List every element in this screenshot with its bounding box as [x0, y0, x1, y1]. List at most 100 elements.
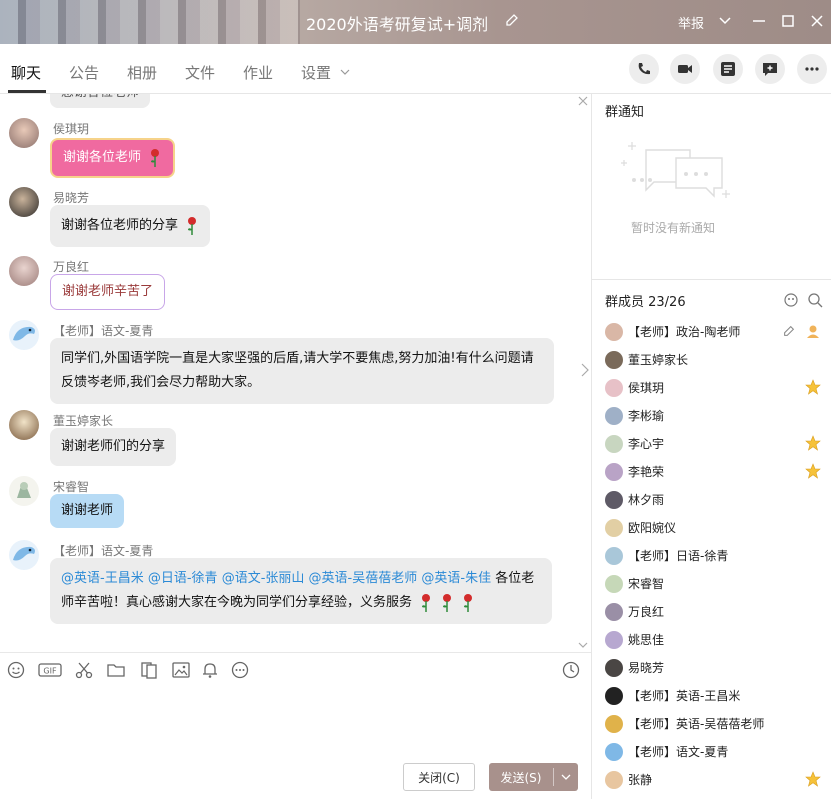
member-avatar[interactable] [605, 435, 623, 453]
member-avatar[interactable] [605, 379, 623, 397]
member-row[interactable]: 李心宇 [592, 430, 831, 458]
member-avatar[interactable] [605, 659, 623, 677]
bell-icon[interactable] [200, 660, 220, 680]
sender-name[interactable]: 侯琪玥 [53, 120, 89, 137]
member-avatar[interactable] [605, 463, 623, 481]
message-input[interactable] [0, 682, 591, 757]
member-avatar[interactable] [605, 351, 623, 369]
collapse-panel-icon[interactable] [580, 362, 590, 378]
history-clock-icon[interactable] [561, 660, 581, 680]
member-avatar[interactable] [605, 407, 623, 425]
member-row[interactable]: 欧阳婉仪 [592, 514, 831, 542]
avatar[interactable] [9, 320, 39, 350]
message-bubble[interactable]: 谢谢老师们的分享 [50, 428, 177, 466]
folder-icon[interactable] [106, 660, 126, 680]
member-manage-icon[interactable] [783, 292, 799, 308]
scroll-down-icon[interactable] [578, 640, 588, 650]
member-avatar[interactable] [605, 687, 623, 705]
add-message-button[interactable] [755, 54, 785, 84]
chevron-down-icon[interactable] [716, 12, 734, 30]
member-row[interactable]: 姚思佳 [592, 626, 831, 654]
mention-link[interactable]: @语文-张丽山 [222, 571, 305, 586]
member-avatar[interactable] [605, 631, 623, 649]
mention-link[interactable]: @英语-吴蓓蓓老师 [309, 571, 418, 586]
document-icon[interactable] [139, 660, 159, 680]
video-call-button[interactable] [670, 54, 700, 84]
gif-icon[interactable]: GIF [38, 660, 62, 680]
member-avatar[interactable] [605, 575, 623, 593]
tab-chat[interactable]: 聊天 [11, 62, 41, 83]
minimize-icon[interactable] [750, 12, 768, 30]
member-row[interactable]: 万良红 [592, 598, 831, 626]
mention-link[interactable]: @日语-徐青 [148, 571, 218, 586]
member-avatar[interactable] [605, 491, 623, 509]
tab-announcements[interactable]: 公告 [69, 62, 99, 83]
message-bubble[interactable]: 同学们,外国语学院一直是大家坚强的后盾,请大学不要焦虑,努力加油!有什么问题请反… [50, 338, 554, 404]
close-button[interactable]: 关闭(C) [403, 763, 475, 791]
sender-name[interactable]: 【老师】语文-夏青 [53, 542, 153, 559]
maximize-icon[interactable] [779, 12, 797, 30]
member-avatar[interactable] [605, 547, 623, 565]
image-icon[interactable] [171, 660, 191, 680]
member-row[interactable]: 【老师】日语-徐青 [592, 542, 831, 570]
member-row[interactable]: 【老师】英语-吴蓓蓓老师 [592, 710, 831, 738]
sender-name[interactable]: 宋睿智 [53, 478, 89, 495]
member-row[interactable]: 林夕雨 [592, 486, 831, 514]
close-icon[interactable] [578, 96, 588, 106]
member-row[interactable]: 李彬瑜 [592, 402, 831, 430]
member-row[interactable]: 【老师】语文-夏青 [592, 738, 831, 766]
member-profile-icon[interactable] [805, 323, 821, 339]
tab-settings[interactable]: 设置 [301, 62, 331, 83]
message-bubble[interactable]: 感谢各位老师 [50, 94, 151, 108]
member-row[interactable]: 宋睿智 [592, 570, 831, 598]
phone-call-button[interactable] [629, 54, 659, 84]
tab-files[interactable]: 文件 [185, 62, 215, 83]
chat-area[interactable]: 感谢各位老师 侯琪玥 谢谢各位老师 易晓芳 谢谢各位老师的分享 万良红 谢谢老师… [0, 94, 591, 652]
send-button[interactable]: 发送(S) [489, 763, 578, 791]
message-bubble[interactable]: 谢谢老师 [50, 494, 125, 528]
avatar[interactable] [9, 187, 39, 217]
settings-chevron-icon[interactable] [340, 67, 350, 77]
more-tools-icon[interactable] [230, 660, 250, 680]
message-bubble[interactable]: 谢谢各位老师的分享 [50, 205, 211, 247]
more-options-button[interactable] [797, 54, 827, 84]
member-row[interactable]: 张静 [592, 766, 831, 794]
message-bubble[interactable]: @英语-王昌米 @日语-徐青 @语文-张丽山 @英语-吴蓓蓓老师 @英语-朱佳 … [50, 558, 552, 624]
member-row[interactable]: 易晓芳 [592, 654, 831, 682]
member-avatar[interactable] [605, 715, 623, 733]
tab-album[interactable]: 相册 [127, 62, 157, 83]
tab-homework[interactable]: 作业 [243, 62, 273, 83]
member-avatar[interactable] [605, 771, 623, 789]
report-link[interactable]: 举报 [678, 13, 704, 32]
member-avatar[interactable] [605, 519, 623, 537]
member-avatar[interactable] [605, 743, 623, 761]
message-bubble[interactable]: 谢谢老师辛苦了 [50, 274, 166, 310]
send-options-button[interactable] [554, 772, 578, 782]
mention-link[interactable]: @英语-王昌米 [61, 571, 144, 586]
avatar[interactable] [9, 256, 39, 286]
edit-member-icon[interactable] [782, 324, 796, 338]
edit-title-icon[interactable] [504, 12, 520, 28]
class-button[interactable] [713, 54, 743, 84]
member-row[interactable]: 侯琪玥 [592, 374, 831, 402]
avatar[interactable] [9, 410, 39, 440]
message-bubble[interactable]: 谢谢各位老师 [50, 138, 176, 178]
member-row[interactable]: 【老师】政治-陶老师 [592, 318, 831, 346]
emoji-icon[interactable] [6, 660, 26, 680]
member-avatar[interactable] [605, 323, 623, 341]
close-window-icon[interactable] [808, 12, 826, 30]
member-avatar[interactable] [605, 603, 623, 621]
scissors-icon[interactable] [74, 660, 94, 680]
member-row[interactable]: 【老师】英语-王昌米 [592, 682, 831, 710]
search-icon[interactable] [807, 292, 823, 308]
member-row[interactable]: 李艳荣 [592, 458, 831, 486]
member-row[interactable]: 董玉婷家长 [592, 346, 831, 374]
sender-name[interactable]: 万良红 [53, 258, 89, 275]
avatar[interactable] [9, 118, 39, 148]
avatar[interactable] [9, 476, 39, 506]
mention-link[interactable]: @英语-朱佳 [421, 571, 491, 586]
avatar[interactable] [9, 540, 39, 570]
sender-name[interactable]: 董玉婷家长 [53, 412, 113, 429]
sender-name[interactable]: 【老师】语文-夏青 [53, 322, 153, 339]
sender-name[interactable]: 易晓芳 [53, 189, 89, 206]
